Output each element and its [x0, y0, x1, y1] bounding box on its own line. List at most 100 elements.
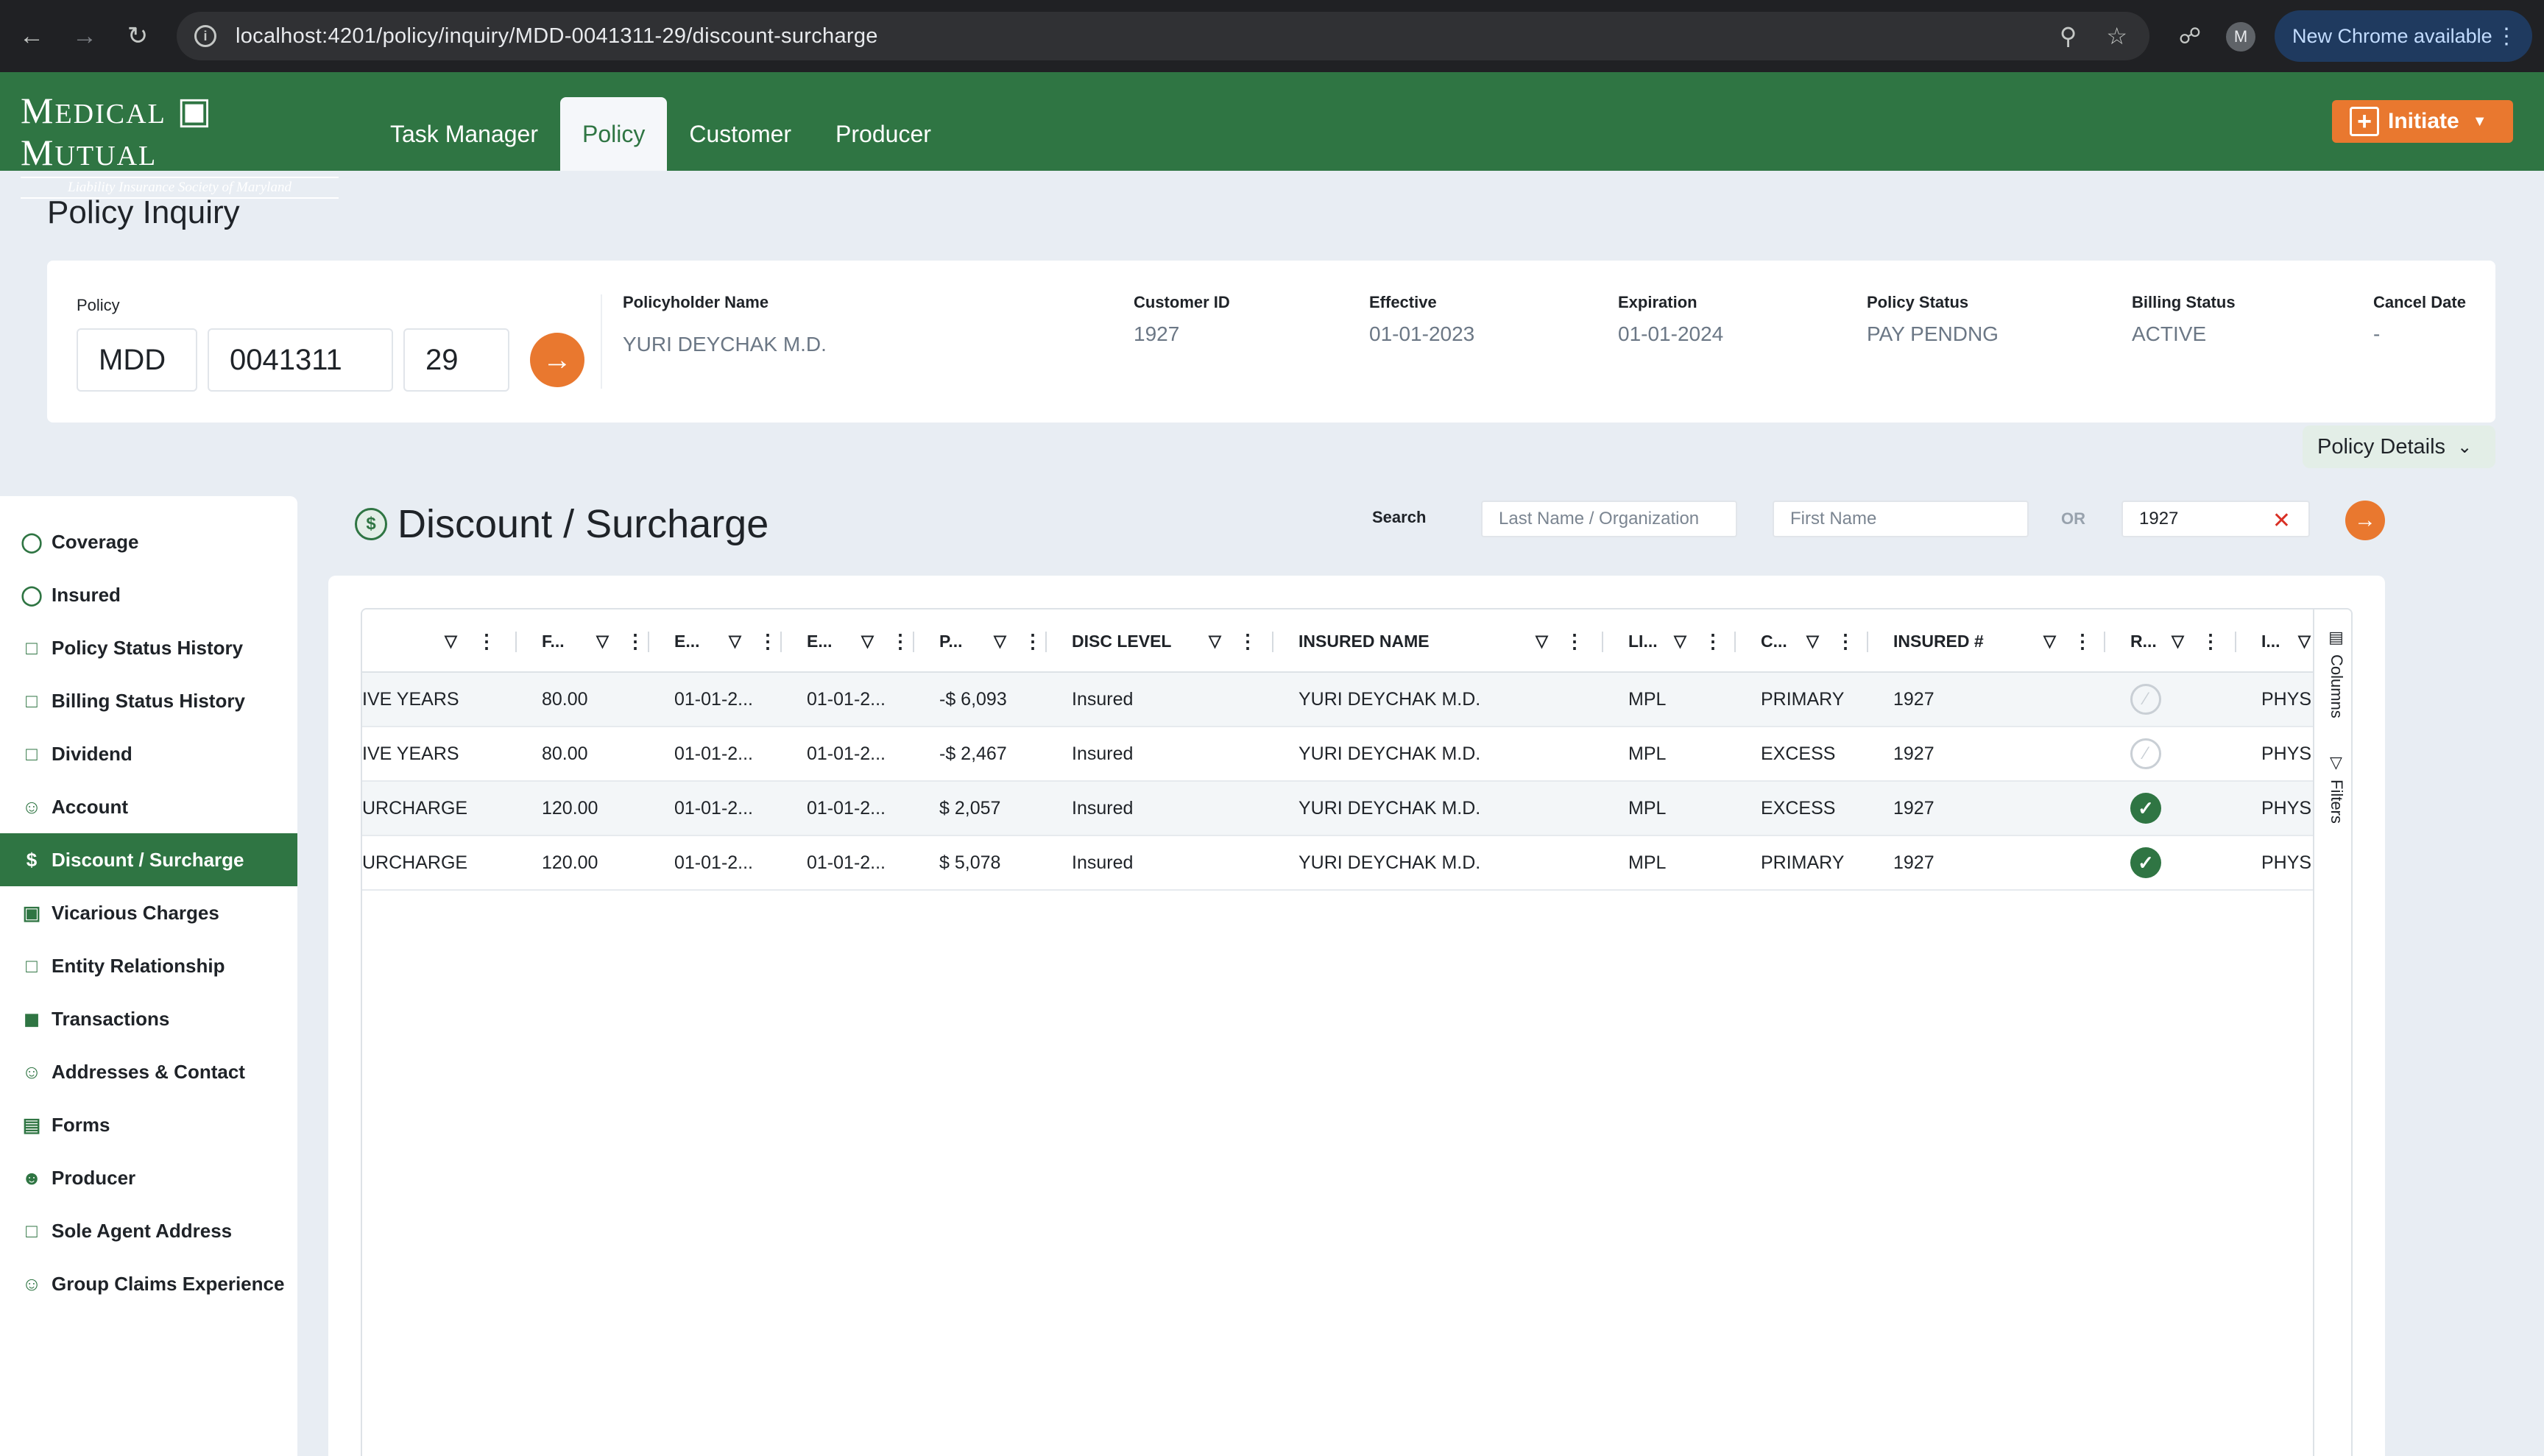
- column-menu-icon[interactable]: ⋮: [758, 630, 777, 653]
- filter-icon[interactable]: ▽: [994, 632, 1006, 651]
- column-header[interactable]: F... ▽ ⋮: [542, 609, 660, 673]
- column-menu-icon[interactable]: ⋮: [2073, 630, 2092, 653]
- tab-policy[interactable]: Policy: [559, 97, 668, 171]
- column-menu-icon[interactable]: ⋮: [1565, 630, 1584, 653]
- more-vert-icon[interactable]: ⋮: [2495, 24, 2518, 49]
- sidebar-item-label: Transactions: [52, 1007, 170, 1030]
- table-cell: 80.00: [542, 743, 588, 764]
- sidebar-item-vicarious-charges[interactable]: ▣ Vicarious Charges: [0, 886, 297, 939]
- filter-icon[interactable]: ▽: [1536, 632, 1548, 651]
- policy-number-input[interactable]: 0041311: [208, 328, 393, 392]
- table-cell: -$ 2,467: [939, 743, 1007, 764]
- table-cell: PHYSI: [2261, 852, 2313, 873]
- sidebar-item-insured[interactable]: ◯ Insured: [0, 568, 297, 621]
- column-header[interactable]: LI... ▽ ⋮: [1628, 609, 1746, 673]
- clipboard-icon: □: [26, 689, 38, 712]
- address-bar[interactable]: i localhost:4201/policy/inquiry/MDD-0041…: [177, 12, 2149, 60]
- sidebar-item-group-claims-experience[interactable]: ☺ Group Claims Experience: [0, 1257, 297, 1310]
- filter-icon[interactable]: ▽: [1806, 632, 1819, 651]
- filter-icon[interactable]: ▽: [2043, 632, 2056, 651]
- table-row[interactable]: IVE YEARS 80.00 01-01-2... 01-01-2... -$…: [362, 727, 2313, 782]
- sidebar-item-label: Group Claims Experience: [52, 1272, 285, 1295]
- filter-icon[interactable]: ▽: [1209, 632, 1221, 651]
- table-cell: PHYSI: [2261, 688, 2313, 710]
- column-menu-icon[interactable]: ⋮: [1238, 630, 1257, 653]
- policy-details-toggle[interactable]: Policy Details ⌄: [2303, 425, 2495, 468]
- sidebar-item-coverage[interactable]: ◯ Coverage: [0, 515, 297, 568]
- sidebar-item-sole-agent-address[interactable]: □ Sole Agent Address: [0, 1204, 297, 1257]
- table-cell: $ 2,057: [939, 797, 1001, 819]
- table-cell: 01-01-2...: [674, 743, 754, 764]
- sidebar-item-label: Discount / Surcharge: [52, 848, 244, 871]
- column-header[interactable]: R... ▽ ⋮: [2130, 609, 2248, 673]
- new-chrome-available-button[interactable]: New Chrome available ⋮: [2275, 10, 2532, 62]
- column-header[interactable]: INSURED NAME ▽ ⋮: [1298, 609, 1615, 673]
- sidebar-item-forms[interactable]: ▤ Forms: [0, 1098, 297, 1151]
- clear-icon[interactable]: ✕: [2272, 508, 2291, 534]
- table-row[interactable]: URCHARGE 120.00 01-01-2... 01-01-2... $ …: [362, 782, 2313, 836]
- zoom-icon[interactable]: ⚲: [2060, 22, 2077, 50]
- sidebar-item-discount-surcharge[interactable]: $ Discount / Surcharge: [0, 833, 297, 886]
- sidebar-item-producer[interactable]: ☻ Producer: [0, 1151, 297, 1204]
- policy-go-arrow-icon[interactable]: →: [530, 333, 584, 387]
- column-header[interactable]: P... ▽ ⋮: [939, 609, 1057, 673]
- column-menu-icon[interactable]: ⋮: [477, 630, 496, 653]
- column-menu-icon[interactable]: ⋮: [2201, 630, 2220, 653]
- back-icon[interactable]: ←: [10, 15, 53, 57]
- medical-mutual-logo[interactable]: MEDICAL ▣ MUTUAL Liability Insurance Soc…: [21, 91, 344, 199]
- column-header-label: I...: [2261, 631, 2280, 651]
- tab-task-manager[interactable]: Task Manager: [368, 97, 560, 171]
- search-go-arrow-icon[interactable]: →: [2345, 501, 2385, 540]
- sidebar-item-billing-status-history[interactable]: □ Billing Status History: [0, 674, 297, 727]
- column-header[interactable]: I... ▽: [2261, 609, 2313, 673]
- tab-producer[interactable]: Producer: [813, 97, 953, 171]
- customer-id-search-input[interactable]: 1927 ✕: [2121, 501, 2310, 537]
- cart-icon: ◼: [24, 1007, 40, 1030]
- column-menu-icon[interactable]: ⋮: [1836, 630, 1855, 653]
- column-header[interactable]: DISC LEVEL ▽ ⋮: [1072, 609, 1285, 673]
- sidebar-item-entity-relationship[interactable]: □ Entity Relationship: [0, 939, 297, 992]
- filters-tab[interactable]: ▽ Filters: [2322, 754, 2351, 824]
- filter-icon[interactable]: ▽: [861, 632, 874, 651]
- initiate-button[interactable]: + Initiate ▼: [2332, 100, 2513, 143]
- first-name-input[interactable]: First Name: [1773, 501, 2029, 537]
- filter-icon[interactable]: ▽: [2298, 632, 2311, 651]
- last-name-input[interactable]: Last Name / Organization: [1481, 501, 1737, 537]
- table-row[interactable]: IVE YEARS 80.00 01-01-2... 01-01-2... -$…: [362, 673, 2313, 727]
- tab-customer[interactable]: Customer: [667, 97, 813, 171]
- table-row[interactable]: URCHARGE 120.00 01-01-2... 01-01-2... $ …: [362, 836, 2313, 891]
- column-menu-icon[interactable]: ⋮: [1023, 630, 1042, 653]
- bookmark-star-icon[interactable]: ☆: [2106, 22, 2127, 50]
- policy-suffix-input[interactable]: 29: [403, 328, 509, 392]
- sidebar-item-policy-status-history[interactable]: □ Policy Status History: [0, 621, 297, 674]
- filter-icon[interactable]: ▽: [729, 632, 741, 651]
- sidebar-item-dividend[interactable]: □ Dividend: [0, 727, 297, 780]
- extension-icon[interactable]: ☍: [2172, 18, 2208, 54]
- filter-icon[interactable]: ▽: [445, 632, 457, 651]
- column-menu-icon[interactable]: ⋮: [1703, 630, 1723, 653]
- site-info-icon[interactable]: i: [194, 25, 216, 47]
- policy-prefix-input[interactable]: MDD: [77, 328, 197, 392]
- column-header[interactable]: INSURED # ▽ ⋮: [1893, 609, 2114, 673]
- forward-icon[interactable]: →: [63, 15, 106, 57]
- reload-icon[interactable]: ↻: [116, 15, 159, 57]
- column-menu-icon[interactable]: ⋮: [626, 630, 645, 653]
- column-menu-icon[interactable]: ⋮: [891, 630, 910, 653]
- sidebar-item-transactions[interactable]: ◼ Transactions: [0, 992, 297, 1045]
- column-header[interactable]: ▽ ⋮: [362, 609, 496, 673]
- url-text[interactable]: localhost:4201/policy/inquiry/MDD-004131…: [236, 24, 878, 49]
- sidebar-item-account[interactable]: ☺ Account: [0, 780, 297, 833]
- table-cell: 120.00: [542, 797, 598, 819]
- columns-tab[interactable]: ▤ Columns: [2322, 629, 2351, 718]
- policy-details-label: Policy Details: [2317, 434, 2446, 459]
- filter-icon[interactable]: ▽: [596, 632, 609, 651]
- disabled-circle-icon: ⁄: [2130, 684, 2161, 715]
- sidebar-item-addresses-contact[interactable]: ☺ Addresses & Contact: [0, 1045, 297, 1098]
- column-header[interactable]: E... ▽ ⋮: [674, 609, 792, 673]
- filter-icon[interactable]: ▽: [2172, 632, 2184, 651]
- divider: [1867, 632, 1868, 652]
- filter-icon[interactable]: ▽: [1674, 632, 1686, 651]
- column-header[interactable]: E... ▽ ⋮: [807, 609, 925, 673]
- profile-avatar[interactable]: M: [2226, 22, 2255, 52]
- column-header[interactable]: C... ▽ ⋮: [1761, 609, 1879, 673]
